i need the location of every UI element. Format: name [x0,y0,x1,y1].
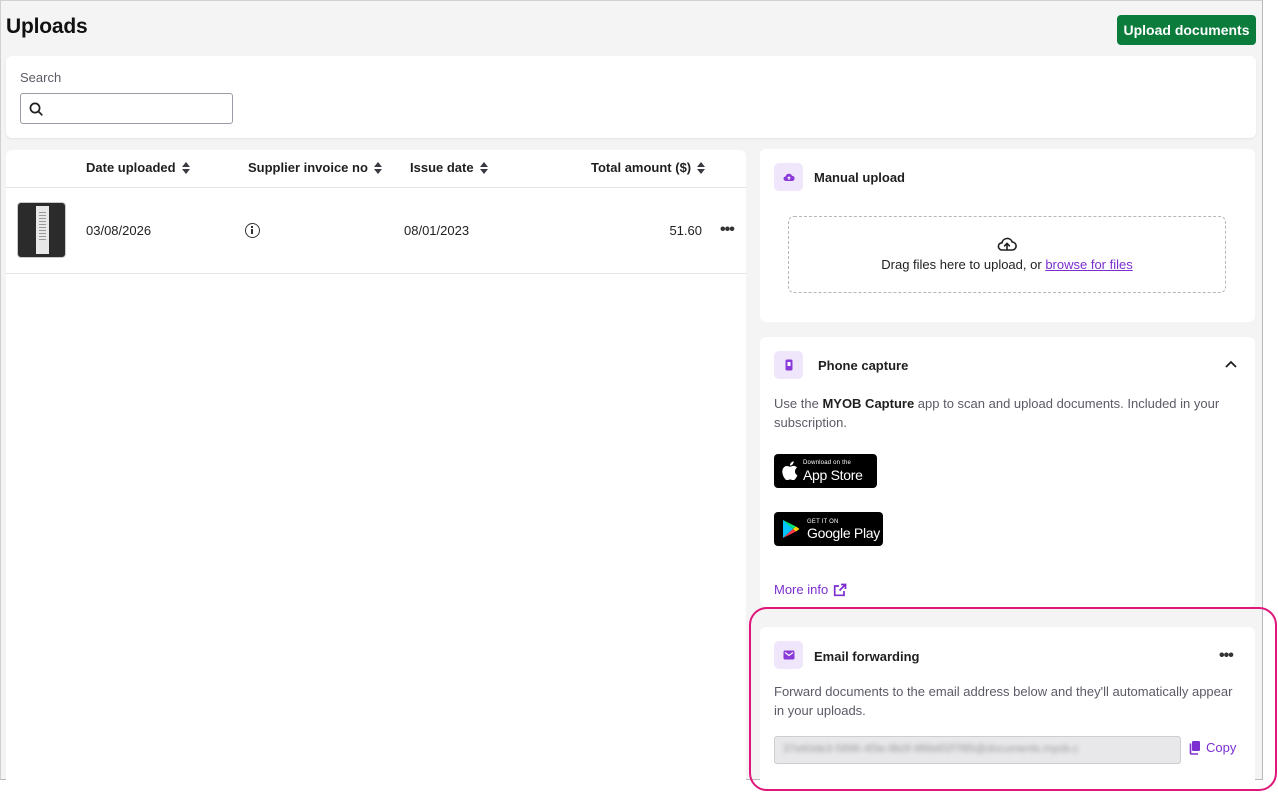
sort-icon [181,161,190,174]
table-header: Date uploaded Supplier invoice no Issue … [6,150,746,188]
search-icon [29,102,43,116]
app-name: MYOB Capture [822,396,915,411]
phone-capture-card: Phone capture Use the MYOB Capture app t… [760,337,1255,607]
total-amount-cell: 51.60 [669,223,702,238]
copy-icon [1189,741,1200,755]
copy-email-button[interactable]: Copy [1188,740,1236,755]
app-store-small-text: Download on the [803,460,852,466]
email-forwarding-card: Email forwarding ••• Forward documents t… [760,627,1255,780]
external-link-icon [834,583,847,596]
chevron-up-icon[interactable] [1225,360,1237,368]
column-issue-date[interactable]: Issue date [410,160,488,175]
page-frame: Uploads Upload documents Search Date upl… [0,0,1263,780]
search-card: Search [6,56,1256,138]
column-date-uploaded[interactable]: Date uploaded [86,160,190,175]
column-label: Supplier invoice no [248,160,368,175]
app-store-badge[interactable]: Download on the App Store [774,454,877,488]
forwarding-email-field[interactable]: 37e60de3-5896-4f3e-8b0f-9f6b6f2f7f85@doc… [774,736,1181,764]
date-uploaded-cell: 03/08/2026 [86,223,152,238]
column-total-amount[interactable]: Total amount ($) [591,160,706,175]
row-more-options-icon[interactable]: ••• [720,222,735,238]
dropzone-text: Drag files here to upload, or browse for… [789,257,1225,272]
file-dropzone[interactable]: Drag files here to upload, or browse for… [788,216,1226,293]
phone-capture-title: Phone capture [818,358,909,373]
upload-documents-button[interactable]: Upload documents [1117,15,1256,45]
cloud-upload-icon [997,237,1017,251]
more-info-link[interactable]: More info [774,582,847,597]
forwarding-email-value: 37e60de3-5896-4f3e-8b0f-9f6b6f2f7f85@doc… [783,743,1079,755]
sort-icon [479,161,488,174]
column-label: Total amount ($) [591,160,692,175]
copy-label: Copy [1206,740,1237,755]
apple-icon [782,461,798,480]
search-label: Search [20,70,62,85]
issue-date-cell: 08/01/2023 [404,223,470,238]
receipt-image [36,206,49,254]
google-play-big-text: Google Play [807,525,880,541]
info-icon[interactable] [245,223,260,238]
search-input[interactable] [51,98,226,120]
column-supplier-invoice-no[interactable]: Supplier invoice no [248,160,382,175]
page-title: Uploads [6,15,88,38]
more-info-label: More info [774,582,829,597]
browse-files-link[interactable]: browse for files [1045,257,1132,272]
document-thumbnail[interactable] [17,202,66,258]
column-label: Date uploaded [86,160,176,175]
email-forwarding-description: Forward documents to the email address b… [774,684,1233,718]
table-row[interactable]: 03/08/2026 08/01/2023 51.60 ••• [6,188,746,274]
manual-upload-card: Manual upload Drag files here to upload,… [760,149,1255,322]
app-store-big-text: App Store [803,467,863,483]
email-more-options-icon[interactable]: ••• [1219,648,1234,664]
manual-upload-title: Manual upload [814,170,905,185]
cloud-upload-section-icon [774,163,803,191]
email-forwarding-title: Email forwarding [814,649,920,664]
search-box[interactable] [20,93,233,124]
drop-instructions: Drag files here to upload, or [881,257,1042,272]
email-section-icon [774,641,803,669]
description-prefix: Use the [774,396,819,411]
phone-capture-description: Use the MYOB Capture app to scan and upl… [774,394,1234,432]
sort-icon [697,161,706,174]
uploads-table: Date uploaded Supplier invoice no Issue … [6,150,746,780]
google-play-icon [783,520,800,538]
phone-section-icon [774,351,803,379]
sort-icon [373,161,382,174]
google-play-badge[interactable]: GET IT ON Google Play [774,512,883,546]
column-label: Issue date [410,160,474,175]
